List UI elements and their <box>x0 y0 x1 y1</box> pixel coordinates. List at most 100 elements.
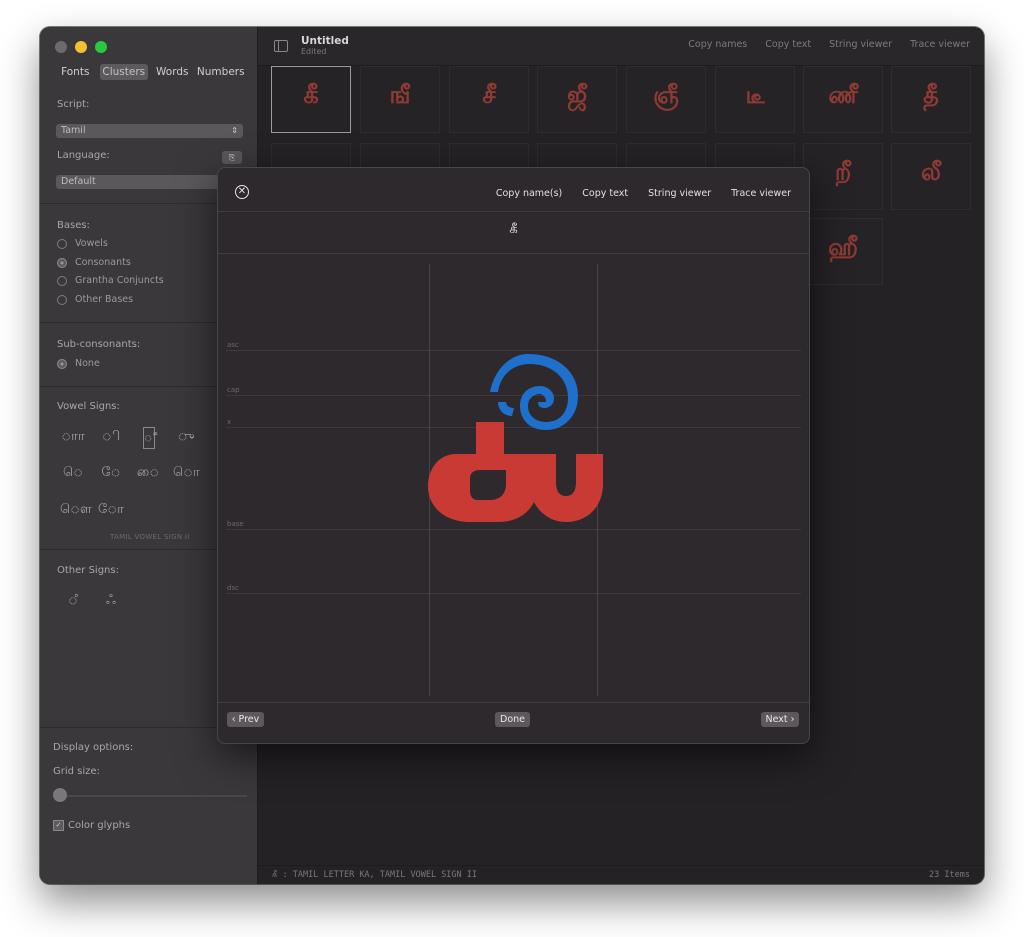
grid-cell[interactable]: ஜீ <box>537 66 617 133</box>
vowel-signs-label: Vowel Signs: <box>57 401 120 412</box>
radio-circle <box>57 238 67 249</box>
tab-numbers[interactable]: Numbers <box>197 64 246 80</box>
radio-consonants[interactable]: Consonants <box>57 257 131 268</box>
close-window-button[interactable] <box>55 41 67 53</box>
color-glyphs-label: Color glyphs <box>68 820 131 831</box>
toolbar-actions: Copy names Copy text String viewer Trace… <box>688 39 970 50</box>
trace-viewer-button[interactable]: Trace viewer <box>910 39 970 50</box>
bases-label: Bases: <box>57 220 90 231</box>
grid-cell[interactable]: கீ <box>271 66 351 133</box>
grid-cell[interactable]: டீ <box>715 66 795 133</box>
grid-size-slider-knob[interactable] <box>53 788 67 802</box>
status-bar: கீ : TAMIL LETTER KA, TAMIL VOWEL SIGN I… <box>258 865 984 884</box>
cluster-glyph: ஜீ <box>566 81 588 109</box>
vowel-sign-au[interactable]: ௌ <box>60 497 92 523</box>
tab-clusters[interactable]: Clusters <box>99 64 148 80</box>
divider <box>218 702 809 703</box>
status-cluster-info: கீ : TAMIL LETTER KA, TAMIL VOWEL SIGN I… <box>272 870 478 880</box>
cluster-glyph: டீ <box>745 81 765 109</box>
tab-words[interactable]: Words <box>148 64 197 80</box>
other-sign-visarga[interactable]: ஃ <box>98 588 124 614</box>
radio-label: None <box>75 358 100 369</box>
document-subtitle: Edited <box>301 47 327 56</box>
cluster-glyph: கீ <box>303 81 319 109</box>
grid-cell[interactable]: ஹீ <box>803 218 883 285</box>
radio-vowels[interactable]: Vowels <box>57 238 108 249</box>
divider <box>218 211 809 212</box>
grid-size-slider-track[interactable] <box>53 795 247 797</box>
cluster-glyph: ணீ <box>828 81 858 109</box>
prev-button[interactable]: ‹ Prev <box>227 712 264 727</box>
close-sheet-button[interactable]: ✕ <box>235 185 249 199</box>
radio-label: Vowels <box>75 238 108 249</box>
other-signs-label: Other Signs: <box>57 565 119 576</box>
script-select-value: Tamil <box>61 125 86 136</box>
vowel-sign-caption: TAMIL VOWEL SIGN II <box>110 533 190 541</box>
vowel-sign-e[interactable]: ெ <box>60 460 86 486</box>
script-label: Script: <box>57 99 90 110</box>
language-select-value: Default <box>61 176 96 187</box>
toolbar: Untitled Edited Copy names Copy text Str… <box>258 27 984 66</box>
radio-none[interactable]: None <box>57 358 100 369</box>
cluster-glyph: ஞீ <box>653 81 679 109</box>
baseline-label: base <box>227 520 244 528</box>
descender-line <box>226 593 801 594</box>
radio-circle-selected <box>57 358 67 369</box>
vowel-sign-o[interactable]: ொ <box>173 460 200 486</box>
grid-cell[interactable]: ணீ <box>803 66 883 133</box>
next-button[interactable]: Next › <box>761 712 799 727</box>
checkmark-icon: ✓ <box>53 820 64 831</box>
cluster-glyph: ஹீ <box>828 233 858 261</box>
copy-names-button[interactable]: Copy names <box>688 39 747 50</box>
radio-label: Consonants <box>75 257 131 268</box>
vowel-sign-u[interactable]: ு <box>173 424 199 450</box>
language-select[interactable]: Default <box>56 175 243 189</box>
vowel-sign-ee[interactable]: ே <box>98 460 124 486</box>
grid-cell[interactable]: தீ <box>891 66 971 133</box>
minimize-window-button[interactable] <box>75 41 87 53</box>
grid-cell[interactable]: ஙீ <box>360 66 440 133</box>
cluster-glyph: தீ <box>923 81 939 109</box>
vowel-sign-ii-selected[interactable]: ீ <box>143 427 158 449</box>
divider <box>218 253 809 254</box>
radio-grantha-conjuncts[interactable]: Grantha Conjuncts <box>57 275 164 286</box>
chevron-updown-icon: ⇕ <box>231 126 238 135</box>
grid-cell[interactable]: றீ <box>803 143 883 210</box>
other-sign-anusvara[interactable]: ஂ <box>60 588 86 614</box>
copy-text-sheet-button[interactable]: Copy text <box>582 188 628 199</box>
vowel-sign-ai[interactable]: ை <box>135 460 161 486</box>
radio-label: Other Bases <box>75 294 134 305</box>
copy-names-sheet-button[interactable]: Copy name(s) <box>496 188 562 199</box>
radio-other-bases[interactable]: Other Bases <box>57 294 133 305</box>
grid-size-label: Grid size: <box>53 766 100 777</box>
copy-text-button[interactable]: Copy text <box>765 39 811 50</box>
sheet-actions: Copy name(s) Copy text String viewer Tra… <box>496 188 791 199</box>
descender-label: dsc <box>227 584 239 592</box>
close-icon: ✕ <box>237 186 247 197</box>
x-height-label: x <box>227 418 232 426</box>
radio-circle <box>57 294 67 305</box>
cluster-detail-sheet: ✕ Copy name(s) Copy text String viewer T… <box>217 167 810 744</box>
grid-cell[interactable]: ஞீ <box>626 66 706 133</box>
grid-cell[interactable]: லீ <box>891 143 971 210</box>
script-select[interactable]: Tamil ⇕ <box>56 124 243 138</box>
trace-viewer-sheet-button[interactable]: Trace viewer <box>731 188 791 199</box>
zoom-window-button[interactable] <box>95 41 107 53</box>
vowel-sign-aa[interactable]: ாா <box>60 424 86 450</box>
cluster-glyph: லீ <box>921 158 941 186</box>
ascender-label: asc <box>227 341 239 349</box>
vowel-sign-i[interactable]: ி <box>98 424 124 450</box>
cluster-glyph: சீ <box>482 81 496 109</box>
subconsonants-label: Sub-consonants: <box>57 339 141 350</box>
string-viewer-button[interactable]: String viewer <box>829 39 892 50</box>
document-title: Untitled <box>301 35 349 47</box>
vowel-sign-oo[interactable]: ோ <box>98 497 124 523</box>
string-viewer-sheet-button[interactable]: String viewer <box>648 188 711 199</box>
color-glyphs-checkbox[interactable]: ✓ Color glyphs <box>53 820 130 831</box>
language-options-button[interactable]: ⎘ <box>222 151 242 164</box>
grid-cell[interactable]: சீ <box>449 66 529 133</box>
sidebar-toggle-icon[interactable] <box>274 40 288 52</box>
radio-label: Grantha Conjuncts <box>75 275 164 286</box>
tab-fonts[interactable]: Fonts <box>51 64 100 80</box>
done-button[interactable]: Done <box>495 712 530 727</box>
